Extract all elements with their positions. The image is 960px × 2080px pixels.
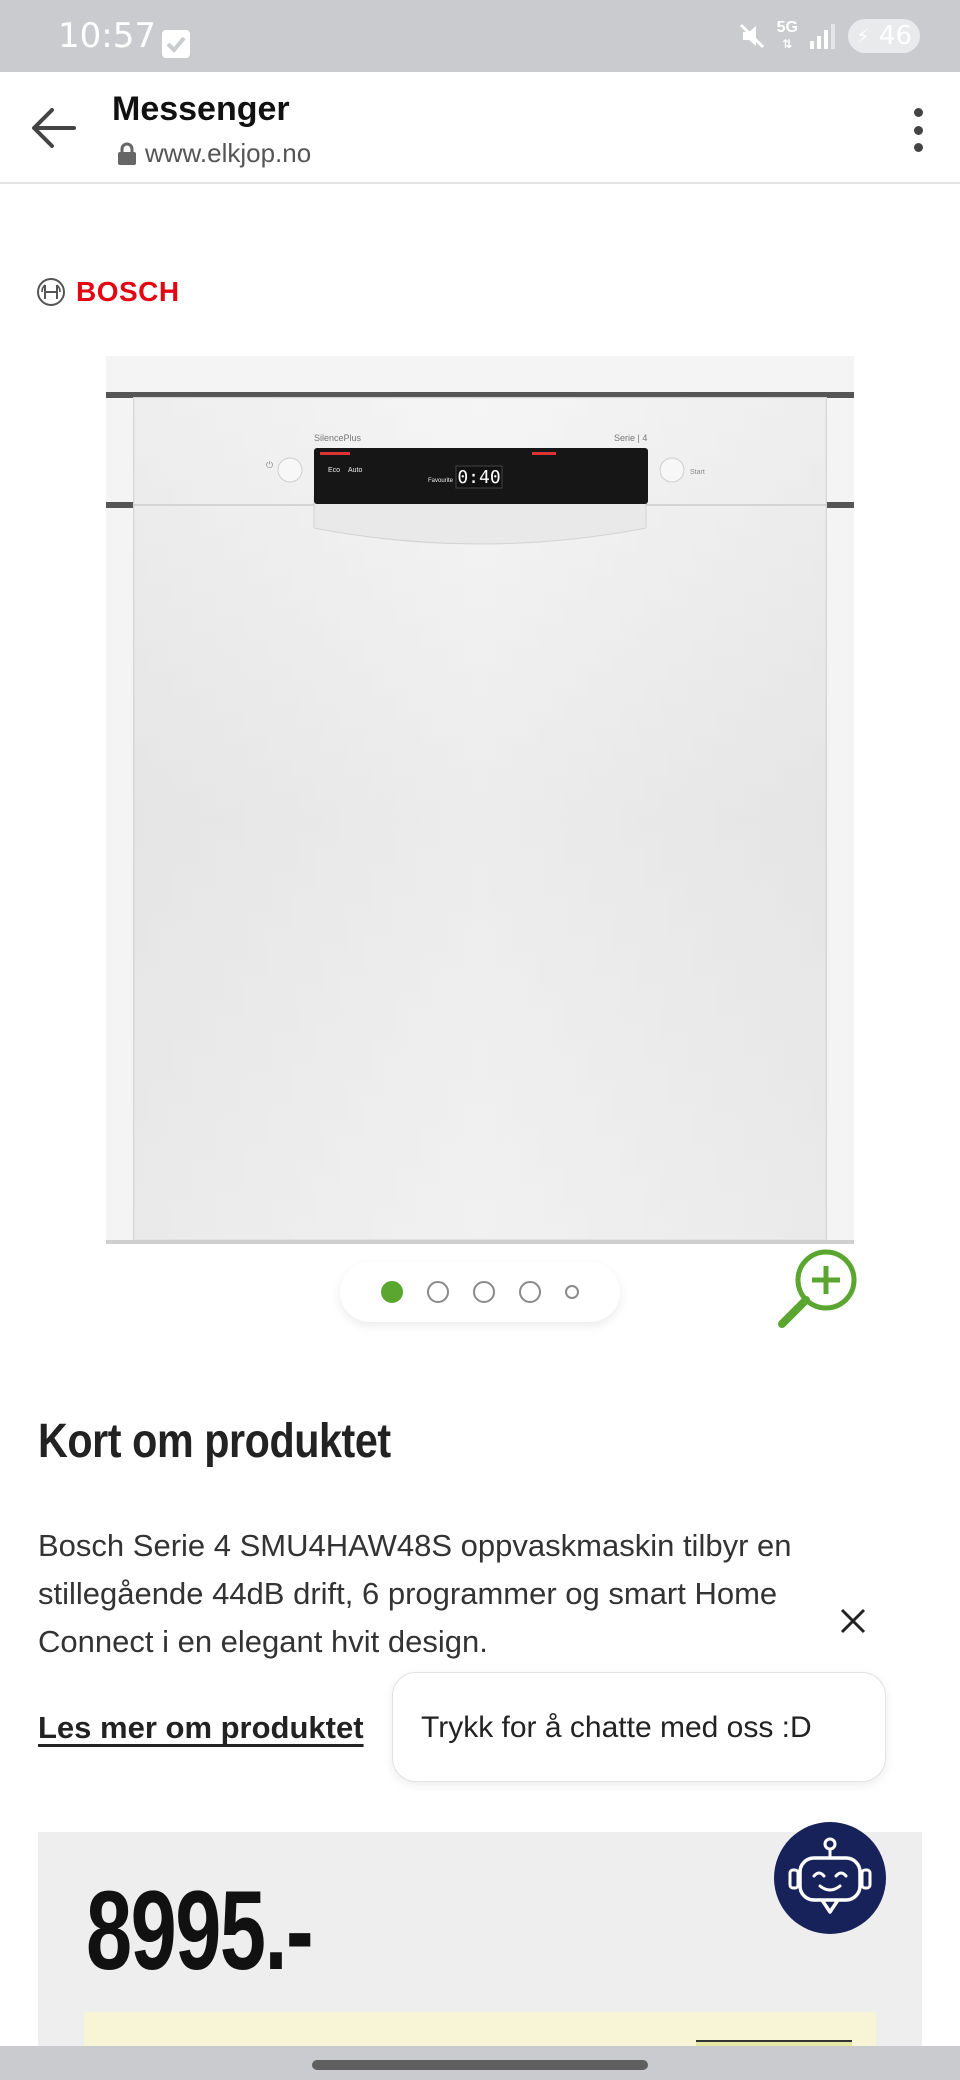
- more-vert-icon[interactable]: [898, 102, 938, 158]
- read-more-link[interactable]: Les mer om produktet: [38, 1710, 364, 1746]
- network-indicator: 5G ⇅: [776, 19, 798, 52]
- mute-icon: [739, 23, 764, 49]
- chatbot-button[interactable]: [774, 1822, 886, 1934]
- status-bar: 10:57 5G ⇅ ⚡ 46: [0, 0, 960, 72]
- close-icon: [840, 1608, 866, 1634]
- price: 8995.-: [86, 1868, 314, 1993]
- carousel-dot-2[interactable]: [427, 1281, 449, 1303]
- zoom-in-icon: [778, 1249, 857, 1328]
- browser-url[interactable]: www.elkjop.no: [145, 138, 311, 169]
- program-eco: Eco: [328, 467, 340, 474]
- chat-prompt-bubble[interactable]: Trykk for å chatte med oss :D: [392, 1672, 886, 1782]
- carousel-dot-3[interactable]: [473, 1281, 495, 1303]
- close-chat-bubble-button[interactable]: [834, 1602, 872, 1640]
- system-nav-bar: [0, 2046, 960, 2080]
- network-label: 5G: [776, 19, 798, 36]
- carousel-dot-5[interactable]: [565, 1285, 579, 1299]
- browser-header: Messenger www.elkjop.no: [0, 72, 960, 184]
- lock-icon: [118, 142, 136, 165]
- section-title: Kort om produktet: [38, 1415, 391, 1468]
- signal-icon: [810, 24, 835, 49]
- dishwasher-illustration: 0:40 Eco Auto Favourite SilencePlus Seri…: [106, 356, 854, 1244]
- start-label: Start: [690, 469, 705, 476]
- brand-name: BOSCH: [76, 276, 180, 307]
- chatbot-robot-icon: [788, 1837, 872, 1914]
- status-time: 10:57: [58, 16, 156, 56]
- browser-title: Messenger: [112, 90, 290, 128]
- zoom-in-button[interactable]: [776, 1246, 862, 1332]
- product-image[interactable]: 0:40 Eco Auto Favourite SilencePlus Seri…: [106, 356, 854, 1244]
- series-label: Serie | 4: [614, 433, 647, 443]
- checkbox-notification-icon: [162, 30, 190, 58]
- program-favourite: Favourite: [428, 478, 454, 484]
- battery-level: 46: [878, 21, 912, 51]
- program-auto: Auto: [348, 467, 363, 474]
- carousel-dot-4[interactable]: [519, 1281, 541, 1303]
- brand[interactable]: BOSCH: [36, 276, 180, 308]
- display-time: 0:40: [457, 467, 500, 488]
- svg-text:⏻: ⏻: [266, 460, 273, 470]
- carousel-dot-1[interactable]: [381, 1281, 403, 1303]
- silenceplus-label: SilencePlus: [314, 433, 362, 443]
- back-button[interactable]: [24, 98, 88, 158]
- back-arrow-icon: [32, 108, 76, 148]
- battery-saver-icon: ⚡: [856, 24, 871, 48]
- product-description: Bosch Serie 4 SMU4HAW48S oppvaskmaskin t…: [38, 1528, 792, 1659]
- home-gesture-handle[interactable]: [312, 2060, 648, 2070]
- image-carousel-dots: [340, 1262, 620, 1322]
- status-icons: 5G ⇅ ⚡ 46: [737, 18, 920, 54]
- battery-indicator: ⚡ 46: [848, 19, 920, 53]
- bosch-logo-icon: [37, 278, 65, 306]
